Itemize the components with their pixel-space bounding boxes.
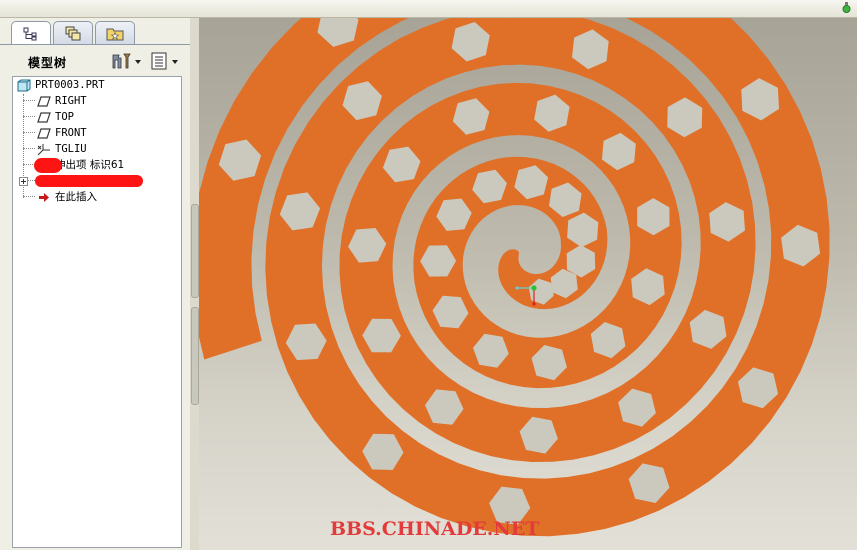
layers-icon: [65, 26, 81, 41]
tree-item-label: RIGHT: [55, 95, 87, 107]
splitter-grip[interactable]: [191, 307, 199, 405]
datum-plane-icon: [37, 96, 51, 107]
part-icon: [17, 79, 31, 92]
show-list-icon: [151, 52, 178, 70]
favorites-tab[interactable]: [95, 21, 135, 44]
tree-item-label: FRONT: [55, 127, 87, 139]
settings-icon: [112, 53, 141, 69]
panel-splitter[interactable]: [190, 18, 199, 550]
tree-settings-button[interactable]: [110, 51, 144, 71]
tree-show-button[interactable]: [150, 51, 184, 71]
csys-icon: [37, 144, 50, 156]
layers-tab[interactable]: [53, 21, 93, 44]
datum-plane-icon: [37, 112, 51, 123]
top-toolbar: [0, 0, 857, 18]
tree-item-label: TOP: [55, 111, 74, 123]
folder-star-icon: [106, 28, 124, 40]
tree-item-label: TGLIU: [55, 143, 87, 155]
tree-item-label: 在此插入: [55, 191, 97, 203]
tree-icon: [23, 27, 37, 40]
insert-here-arrow-icon: [39, 193, 49, 202]
expand-icon[interactable]: [19, 177, 28, 186]
splitter-grip[interactable]: [191, 204, 199, 298]
model-tree-header: 模型树: [0, 46, 190, 76]
redaction-mark: [34, 158, 62, 173]
navigator-panel: 模型树 PRT0003.PRT RIGHT TOP FRONT TGLIU 伸出…: [0, 18, 191, 550]
model-tree-tab[interactable]: [11, 21, 51, 45]
spiral-ring-part: [199, 18, 830, 537]
status-light-icon: [842, 2, 851, 13]
redaction-mark: [35, 175, 143, 187]
model-tree: PRT0003.PRT RIGHT TOP FRONT TGLIU 伸出项 标识…: [12, 76, 182, 548]
model-tree-title: 模型树: [28, 56, 68, 70]
datum-plane-icon: [37, 128, 51, 139]
tree-item-label: PRT0003.PRT: [35, 79, 105, 91]
graphics-window[interactable]: BBS.CHINADE.NET: [199, 18, 857, 550]
watermark-text: BBS.CHINADE.NET: [330, 518, 540, 540]
tree-item-label: 伸出项 标识61: [55, 159, 125, 171]
spiral-body: [199, 18, 830, 537]
